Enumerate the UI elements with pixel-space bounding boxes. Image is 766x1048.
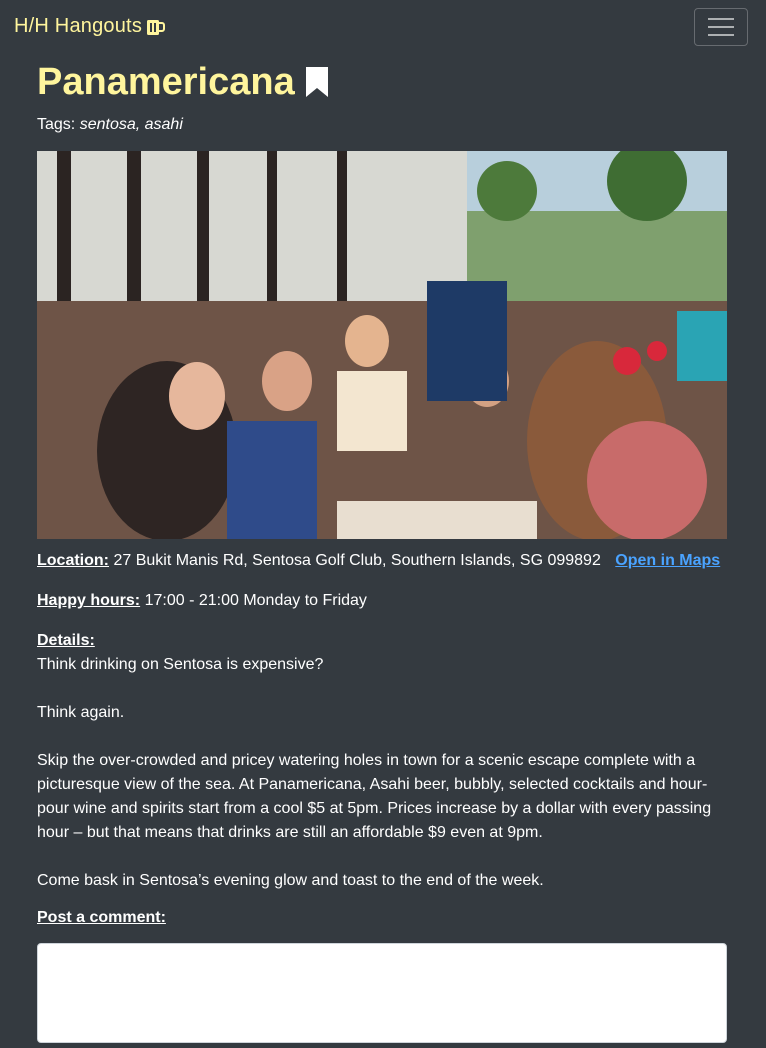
navbar: H/H Hangouts: [0, 0, 766, 56]
venue-title: Panamericana: [37, 61, 295, 103]
details-section: Details: Think drinking on Sentosa is ex…: [37, 629, 727, 893]
brand-link[interactable]: H/H Hangouts: [14, 15, 166, 38]
details-label: Details:: [37, 632, 95, 649]
tags-label: Tags:: [37, 116, 76, 133]
hamburger-menu-icon: [708, 18, 734, 20]
details-paragraph: Come bask in Sentosa’s evening glow and …: [37, 872, 544, 889]
hamburger-line: [708, 34, 734, 36]
details-paragraph: Think again.: [37, 704, 125, 721]
post-comment-label: Post a comment:: [37, 909, 166, 926]
venue-photo-illustration: [37, 151, 727, 539]
location-label: Location:: [37, 552, 109, 569]
tags-list: sentosa, asahi: [79, 116, 183, 133]
details-paragraph: Think drinking on Sentosa is expensive?: [37, 656, 324, 673]
tags: Tags: sentosa, asahi: [37, 116, 727, 134]
bookmark-icon[interactable]: [305, 66, 329, 98]
beer-mug-icon: [146, 17, 166, 37]
venue-photo: [37, 151, 727, 539]
hamburger-line: [708, 26, 734, 28]
venue-detail: Panamericana Tags: sentosa, asahi Locati…: [37, 56, 727, 1048]
location-address: 27 Bukit Manis Rd, Sentosa Golf Club, So…: [113, 552, 601, 569]
happy-hours-label: Happy hours:: [37, 592, 141, 609]
open-in-maps-link[interactable]: Open in Maps: [615, 552, 720, 569]
navbar-toggler-button[interactable]: [694, 8, 748, 46]
happy-hours-row: Happy hours: 17:00 - 21:00 Monday to Fri…: [37, 589, 727, 613]
brand-text: H/H Hangouts: [14, 15, 143, 37]
details-paragraph: Skip the over-crowded and pricey waterin…: [37, 752, 712, 841]
comment-input[interactable]: [37, 943, 727, 1043]
location-row: Location: 27 Bukit Manis Rd, Sentosa Gol…: [37, 549, 727, 573]
title-row: Panamericana: [37, 60, 727, 104]
happy-hours-value: 17:00 - 21:00 Monday to Friday: [144, 592, 367, 609]
